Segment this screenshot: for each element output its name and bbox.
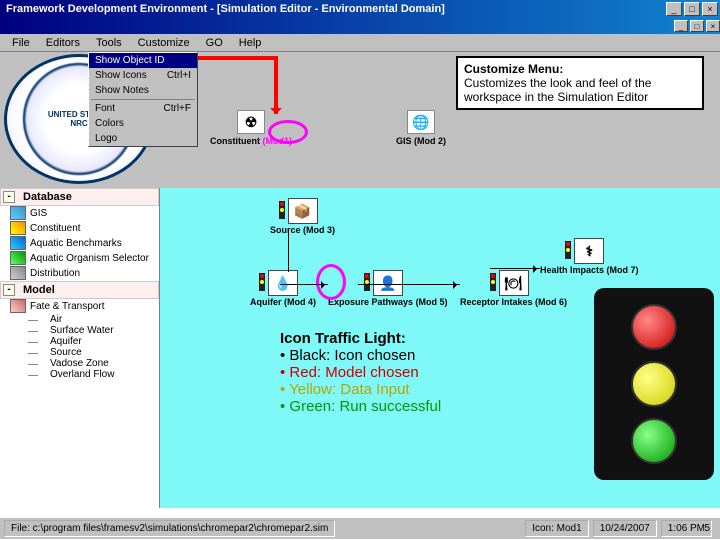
highlight-circle — [268, 120, 308, 144]
health-icon: ⚕ — [574, 238, 604, 264]
module-palette-sidebar: -Database GIS Constituent Aquatic Benchm… — [0, 188, 160, 508]
module-receptor[interactable]: 🍽 Receptor Intakes (Mod 6) — [460, 270, 567, 307]
dropdown-item-logo[interactable]: Logo — [89, 131, 197, 146]
dropdown-item-colors[interactable]: Colors — [89, 116, 197, 131]
window-title: Framework Development Environment - [Sim… — [2, 3, 664, 15]
status-bar: File: c:\program files\framesv2\simulati… — [0, 517, 720, 539]
workspace-header: UNITED STATESNRC Show Object ID Show Ico… — [0, 52, 720, 188]
tree-subitem[interactable]: Surface Water — [0, 325, 159, 336]
dropdown-item-show-icons[interactable]: Show IconsCtrl+I — [89, 68, 197, 83]
radiation-icon: ☢ — [237, 110, 265, 134]
dropdown-item-font[interactable]: FontCtrl+F — [89, 101, 197, 116]
status-date: 10/24/2007 — [593, 520, 657, 537]
globe-icon: 🌐 — [407, 110, 435, 134]
tree-item[interactable]: GIS — [0, 206, 159, 221]
menubar: File Editors Tools Customize GO Help — [0, 34, 720, 52]
gis-icon — [10, 206, 26, 220]
mdi-close-button[interactable]: × — [706, 20, 720, 32]
simulation-canvas[interactable]: 📦 Source (Mod 3) 💧 Aquifer (Mod 4) 👤 Exp… — [160, 188, 720, 508]
tree-subitem[interactable]: Aquifer — [0, 336, 159, 347]
mdi-minimize-button[interactable]: _ — [674, 20, 688, 32]
tree-item[interactable]: Fate & Transport — [0, 299, 159, 314]
fate-transport-icon — [10, 299, 26, 313]
close-button[interactable]: × — [702, 2, 718, 16]
traffic-light-icon — [364, 273, 370, 291]
module-gis[interactable]: 🌐 GIS (Mod 2) — [396, 110, 446, 146]
organism-icon — [10, 251, 26, 265]
menu-customize[interactable]: Customize — [130, 36, 198, 50]
tree-subitem[interactable]: Air — [0, 314, 159, 325]
yellow-light-icon — [631, 361, 677, 407]
annotation-arrow-down — [274, 56, 278, 114]
tree-item[interactable]: Aquatic Organism Selector — [0, 251, 159, 266]
tree-item[interactable]: Constituent — [0, 221, 159, 236]
status-icon: Icon: Mod1 — [525, 520, 588, 537]
distribution-icon — [10, 266, 26, 280]
module-aquifer[interactable]: 💧 Aquifer (Mod 4) — [250, 270, 316, 307]
window-titlebar: Framework Development Environment - [Sim… — [0, 0, 720, 18]
source-icon: 📦 — [288, 198, 318, 224]
receptor-icon: 🍽 — [499, 270, 529, 296]
page-number: 5 — [704, 523, 710, 534]
dropdown-item-show-notes[interactable]: Show Notes — [89, 83, 197, 98]
connector — [288, 230, 289, 272]
menu-tools[interactable]: Tools — [88, 36, 130, 50]
module-source[interactable]: 📦 Source (Mod 3) — [270, 198, 335, 235]
module-health[interactable]: ⚕ Health Impacts (Mod 7) — [540, 238, 639, 275]
customize-dropdown: Show Object ID Show IconsCtrl+I Show Not… — [88, 52, 198, 147]
exposure-icon: 👤 — [373, 270, 403, 296]
tree-group-database[interactable]: -Database — [0, 188, 159, 206]
annotation-customize-menu: Customize Menu: Customizes the look and … — [456, 56, 704, 110]
annotation-arrow — [198, 56, 278, 60]
aquifer-icon: 💧 — [268, 270, 298, 296]
menu-file[interactable]: File — [4, 36, 38, 50]
tree-subitem[interactable]: Vadose Zone — [0, 358, 159, 369]
traffic-light-icon — [490, 273, 496, 291]
traffic-light-icon — [279, 201, 285, 219]
collapse-icon[interactable]: - — [3, 284, 15, 296]
maximize-button[interactable]: □ — [684, 2, 700, 16]
lower-pane: -Database GIS Constituent Aquatic Benchm… — [0, 188, 720, 508]
traffic-light-icon — [565, 241, 571, 259]
tree-subitem[interactable]: Overland Flow — [0, 369, 159, 380]
mdi-maximize-button[interactable]: □ — [690, 20, 704, 32]
tree-item[interactable]: Aquatic Benchmarks — [0, 236, 159, 251]
tree-group-model[interactable]: -Model — [0, 281, 159, 299]
tree-item[interactable]: Distribution — [0, 266, 159, 281]
status-filepath: File: c:\program files\framesv2\simulati… — [4, 520, 335, 537]
collapse-icon[interactable]: - — [3, 191, 15, 203]
connector — [490, 268, 540, 269]
red-light-icon — [631, 304, 677, 350]
menu-help[interactable]: Help — [231, 36, 270, 50]
annotation-traffic-light: Icon Traffic Light: • Black: Icon chosen… — [274, 326, 564, 419]
traffic-light-icon — [259, 273, 265, 291]
module-exposure[interactable]: 👤 Exposure Pathways (Mod 5) — [328, 270, 448, 307]
menu-go[interactable]: GO — [198, 36, 231, 50]
green-light-icon — [631, 418, 677, 464]
dropdown-item-show-object-id[interactable]: Show Object ID — [89, 53, 197, 68]
connector — [280, 284, 328, 285]
constituent-icon — [10, 221, 26, 235]
mdi-titlebar: _ □ × — [0, 18, 720, 34]
connector — [358, 284, 460, 285]
minimize-button[interactable]: _ — [666, 2, 682, 16]
menu-editors[interactable]: Editors — [38, 36, 88, 50]
tree-subitem[interactable]: Source — [0, 347, 159, 358]
traffic-light-illustration — [594, 288, 714, 480]
benchmarks-icon — [10, 236, 26, 250]
